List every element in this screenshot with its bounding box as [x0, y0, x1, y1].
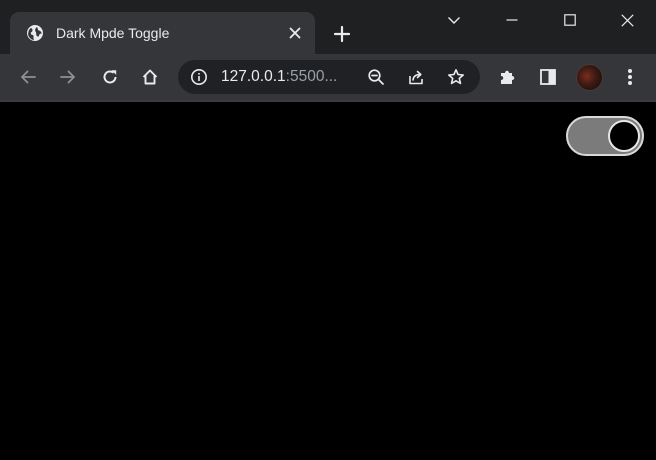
- forward-icon[interactable]: [54, 63, 82, 91]
- menu-icon[interactable]: [616, 63, 644, 91]
- url-text[interactable]: 127.0.0.1:5500...: [221, 68, 337, 86]
- star-icon[interactable]: [444, 65, 468, 89]
- extensions-icon[interactable]: [494, 63, 522, 91]
- tab-title: Dark Mpde Toggle: [56, 25, 170, 41]
- chevron-down-icon[interactable]: [425, 0, 483, 40]
- toggle-knob[interactable]: [608, 120, 640, 152]
- new-tab-icon[interactable]: [330, 22, 354, 46]
- share-icon[interactable]: [404, 65, 428, 89]
- profile-avatar[interactable]: [576, 64, 603, 91]
- browser-tab[interactable]: Dark Mpde Toggle: [10, 12, 315, 54]
- home-icon[interactable]: [136, 63, 164, 91]
- maximize-icon[interactable]: [541, 0, 599, 40]
- site-info-icon[interactable]: [190, 68, 208, 86]
- tab-close-icon[interactable]: [287, 25, 303, 41]
- minimize-icon[interactable]: [483, 0, 541, 40]
- reload-icon[interactable]: [96, 63, 124, 91]
- browser-toolbar: 127.0.0.1:5500...: [0, 54, 656, 100]
- zoom-out-icon[interactable]: [364, 65, 388, 89]
- address-bar[interactable]: 127.0.0.1:5500...: [178, 60, 480, 94]
- url-path: :5500...: [285, 68, 338, 85]
- side-panel-icon[interactable]: [534, 63, 562, 91]
- dark-mode-toggle[interactable]: [566, 116, 644, 156]
- close-icon[interactable]: [598, 0, 656, 40]
- title-bar: Dark Mpde Toggle: [0, 0, 656, 54]
- globe-icon: [26, 24, 44, 42]
- page-content: [0, 102, 656, 460]
- back-icon[interactable]: [14, 63, 42, 91]
- url-host: 127.0.0.1: [221, 68, 286, 85]
